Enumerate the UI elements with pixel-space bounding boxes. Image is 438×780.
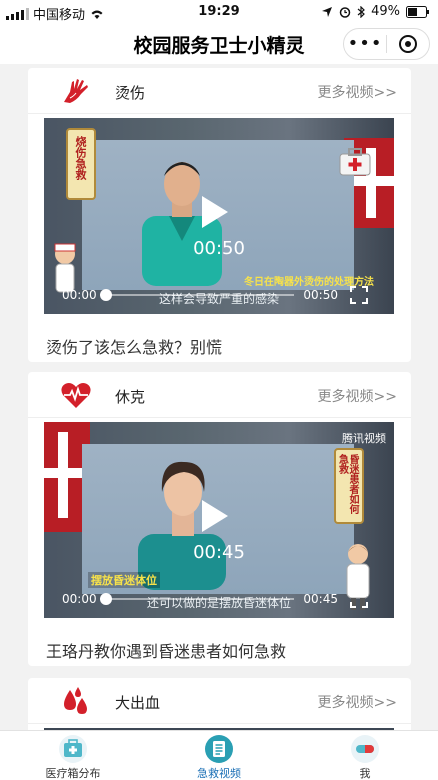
alarm-icon: [339, 6, 351, 18]
tab-first-aid-videos[interactable]: 急救视频: [146, 731, 292, 780]
burn-hand-icon: [64, 79, 88, 103]
video-player[interactable]: 腾讯视频 昏迷患者如何急救 摆放昏迷体位 00:45 还可以做的是摆放昏迷体位 …: [44, 422, 394, 618]
progress-knob[interactable]: [100, 289, 112, 301]
mini-program-capsule: •••: [343, 28, 430, 60]
white-cross-decor: [44, 468, 84, 478]
nav-bar: 校园服务卫士小精灵 •••: [0, 24, 438, 64]
overlay-caption: 摆放昏迷体位: [88, 572, 160, 588]
card-header: 烫伤 更多视频>>: [28, 68, 411, 114]
close-button[interactable]: [387, 35, 429, 53]
video-feed[interactable]: 烫伤 更多视频>> 烧伤急救 冬日在陶器外烫伤的处理方法 00:50 这样会导致…: [0, 64, 438, 730]
medical-kit-icon: [59, 735, 87, 763]
more-videos-link[interactable]: 更多视频>>: [318, 386, 397, 406]
tencent-brand: 腾讯视频: [342, 432, 386, 445]
video-title[interactable]: 烫伤了该怎么急救？别慌: [46, 334, 222, 358]
fullscreen-icon[interactable]: [350, 286, 368, 304]
more-videos-link[interactable]: 更多视频>>: [318, 692, 397, 712]
category-name: 烫伤: [115, 84, 146, 102]
heartbeat-icon: [61, 383, 91, 408]
current-time: 00:00: [62, 288, 97, 302]
first-aid-kit-icon: [339, 148, 371, 176]
progress-track[interactable]: [102, 598, 294, 600]
card-header: 休克 更多视频>>: [28, 372, 411, 418]
video-progress[interactable]: 00:00 00:50: [56, 286, 382, 304]
battery-icon: [406, 5, 429, 18]
location-icon: [322, 6, 333, 17]
total-time: 00:45: [303, 592, 338, 606]
progress-knob[interactable]: [100, 593, 112, 605]
battery-percent: 49%: [371, 4, 400, 19]
video-list-icon: [205, 735, 233, 763]
card-header: 大出血 更多视频>>: [28, 678, 411, 724]
play-icon[interactable]: [202, 500, 228, 532]
white-cross-decor: [349, 176, 394, 186]
current-time: 00:00: [62, 592, 97, 606]
video-card-shock: 休克 更多视频>> 腾讯视频 昏迷患者如何急救 摆放昏迷体位 00:45 还可以…: [28, 372, 411, 666]
side-banner-text: 烧伤急救: [74, 136, 87, 180]
more-videos-link[interactable]: 更多视频>>: [318, 82, 397, 102]
bluetooth-icon: [357, 5, 365, 18]
tab-me[interactable]: 我: [292, 731, 438, 780]
close-target-icon: [399, 35, 417, 53]
tab-bar: 医疗箱分布 急救视频 我: [0, 730, 438, 780]
more-menu-button[interactable]: •••: [344, 28, 386, 60]
side-banner-text: 昏迷患者如何急救: [336, 454, 359, 514]
video-card-burn: 烫伤 更多视频>> 烧伤急救 冬日在陶器外烫伤的处理方法 00:50 这样会导致…: [28, 68, 411, 362]
video-progress[interactable]: 00:00 00:45: [56, 590, 382, 608]
category-name: 大出血: [115, 694, 161, 712]
video-title[interactable]: 王珞丹教你遇到昏迷患者如何急救: [46, 638, 286, 662]
progress-track[interactable]: [102, 294, 294, 296]
side-banner: 昏迷患者如何急救: [334, 448, 364, 524]
tab-label: 医疗箱分布: [45, 767, 101, 780]
video-duration: 00:50: [193, 238, 245, 259]
play-icon[interactable]: [202, 196, 228, 228]
video-card-bleeding: 大出血 更多视频>>: [28, 678, 411, 730]
side-banner: 烧伤急救: [66, 128, 96, 200]
tab-medical-kit-map[interactable]: 医疗箱分布: [0, 731, 146, 780]
video-player[interactable]: 烧伤急救 冬日在陶器外烫伤的处理方法 00:50 这样会导致严重的感染 00:0…: [44, 118, 394, 314]
video-duration: 00:45: [193, 542, 245, 563]
category-name: 休克: [115, 388, 146, 406]
total-time: 00:50: [303, 288, 338, 302]
tab-label: 急救视频: [197, 767, 241, 780]
status-bar: 中国移动 19:29 49%: [0, 0, 438, 24]
fullscreen-icon[interactable]: [350, 590, 368, 608]
blood-drops-icon: [64, 687, 87, 714]
pill-icon: [351, 735, 379, 763]
tab-label: 我: [359, 767, 371, 780]
